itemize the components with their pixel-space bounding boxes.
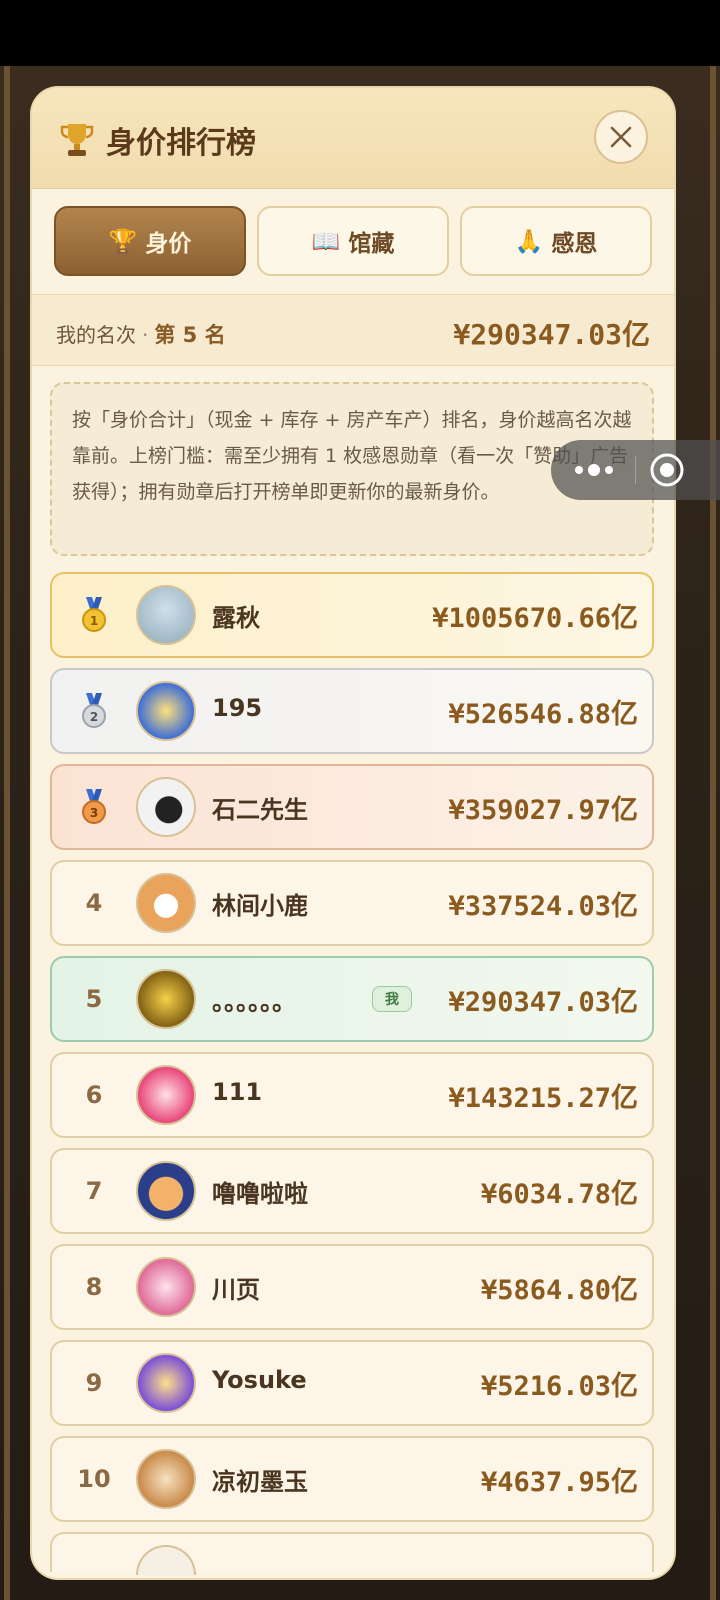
my-rank-bar: 我的名次 · 第 5 名 ¥290347.03亿 bbox=[32, 294, 674, 366]
close-button[interactable] bbox=[594, 110, 648, 164]
svg-text:3: 3 bbox=[90, 806, 98, 820]
my-rank-label: 我的名次 bbox=[56, 323, 136, 347]
player-name: 凉初墨玉 bbox=[212, 1468, 308, 1496]
rank-cell: 3 bbox=[52, 766, 136, 848]
tab-bar: 🏆 身价 📖 馆藏 🙏 感恩 bbox=[54, 206, 652, 278]
player-net-worth: ¥526546.88亿 bbox=[448, 699, 638, 730]
avatar bbox=[136, 873, 196, 933]
modal-title: 身价排行榜 bbox=[106, 126, 256, 161]
leaderboard-row[interactable]: 10 凉初墨玉 ¥4637.95亿 bbox=[50, 1436, 654, 1522]
leaderboard-row[interactable]: 4 林间小鹿 ¥337524.03亿 bbox=[50, 860, 654, 946]
leaderboard-row[interactable]: 9 Yosuke ¥5216.03亿 bbox=[50, 1340, 654, 1426]
bronze-medal-icon: 3 bbox=[82, 789, 106, 824]
player-net-worth: ¥290347.03亿 bbox=[448, 987, 638, 1018]
player-name: 195 bbox=[212, 694, 263, 722]
rank-number: 4 bbox=[85, 889, 103, 917]
trophy-icon bbox=[60, 124, 94, 156]
separator-dot: · bbox=[142, 323, 149, 347]
more-options-icon[interactable] bbox=[569, 458, 619, 482]
tab-gratitude[interactable]: 🙏 感恩 bbox=[460, 206, 652, 276]
avatar bbox=[136, 1257, 196, 1317]
player-name: 111 bbox=[212, 1078, 263, 1106]
player-name: Yosuke bbox=[212, 1366, 307, 1394]
player-name: 川页 bbox=[212, 1276, 260, 1304]
praying-hands-icon: 🙏 bbox=[514, 228, 544, 255]
player-net-worth: ¥5216.03亿 bbox=[480, 1371, 638, 1402]
avatar bbox=[136, 1353, 196, 1413]
rank-number: 10 bbox=[77, 1465, 111, 1493]
my-rank-label-group: 我的名次 · 第 5 名 bbox=[56, 319, 226, 349]
player-net-worth: ¥1005670.66亿 bbox=[432, 603, 638, 634]
player-name: 石二先生 bbox=[212, 796, 308, 824]
book-icon: 📖 bbox=[311, 228, 341, 255]
rank-number: 5 bbox=[85, 985, 103, 1013]
avatar bbox=[136, 1545, 196, 1575]
player-net-worth: ¥4637.95亿 bbox=[480, 1467, 638, 1498]
avatar bbox=[136, 969, 196, 1029]
rank-cell: 1 bbox=[52, 574, 136, 656]
silver-medal-icon: 2 bbox=[82, 693, 106, 728]
my-rank-position: 第 5 名 bbox=[154, 323, 226, 347]
svg-text:1: 1 bbox=[90, 614, 98, 628]
rank-number: 9 bbox=[85, 1369, 103, 1397]
avatar bbox=[136, 681, 196, 741]
tab-net-worth[interactable]: 🏆 身价 bbox=[54, 206, 246, 276]
rank-number: 8 bbox=[85, 1273, 103, 1301]
player-name: 。。。。。。 bbox=[212, 988, 296, 1016]
player-net-worth: ¥143215.27亿 bbox=[448, 1083, 638, 1114]
svg-text:2: 2 bbox=[90, 710, 98, 724]
avatar bbox=[136, 585, 196, 645]
leaderboard-row[interactable]: 8 川页 ¥5864.80亿 bbox=[50, 1244, 654, 1330]
player-net-worth: ¥5864.80亿 bbox=[480, 1275, 638, 1306]
leaderboard-row[interactable]: 3 石二先生 ¥359027.97亿 bbox=[50, 764, 654, 850]
rank-number: 7 bbox=[85, 1177, 103, 1205]
leaderboard-modal: 身价排行榜 🏆 身价 📖 馆藏 🙏 感恩 我的名次 · 第 5 名 ¥290347.… bbox=[32, 88, 674, 1578]
close-icon bbox=[610, 126, 632, 148]
avatar bbox=[136, 1449, 196, 1509]
tab-label: 馆藏 bbox=[348, 231, 395, 257]
trophy-icon: 🏆 bbox=[108, 228, 138, 255]
player-net-worth: ¥337524.03亿 bbox=[448, 891, 638, 922]
tab-collection[interactable]: 📖 馆藏 bbox=[257, 206, 449, 276]
rank-cell: 2 bbox=[52, 670, 136, 752]
leaderboard-row-partial[interactable] bbox=[50, 1532, 654, 1575]
leaderboard-row-me[interactable]: 5 。。。。。。 我 ¥290347.03亿 bbox=[50, 956, 654, 1042]
player-net-worth: ¥359027.97亿 bbox=[448, 795, 638, 826]
rank-number: 6 bbox=[85, 1081, 103, 1109]
backdrop-frame-right bbox=[710, 66, 716, 1600]
modal-header: 身价排行榜 bbox=[32, 88, 674, 189]
capsule-divider bbox=[635, 456, 636, 484]
close-miniprogram-icon[interactable] bbox=[649, 452, 685, 488]
mini-program-capsule bbox=[551, 440, 720, 500]
leaderboard-row[interactable]: 7 噜噜啦啦 ¥6034.78亿 bbox=[50, 1148, 654, 1234]
player-name: 露秋 bbox=[212, 604, 260, 632]
leaderboard-row[interactable]: 1 露秋 ¥1005670.66亿 bbox=[50, 572, 654, 658]
my-net-worth: ¥290347.03亿 bbox=[453, 318, 650, 351]
player-name: 林间小鹿 bbox=[212, 892, 308, 920]
avatar bbox=[136, 1161, 196, 1221]
player-name: 噜噜啦啦 bbox=[212, 1180, 308, 1208]
tab-label: 感恩 bbox=[551, 231, 598, 257]
avatar bbox=[136, 1065, 196, 1125]
me-badge: 我 bbox=[372, 986, 412, 1012]
leaderboard-row[interactable]: 2 195 ¥526546.88亿 bbox=[50, 668, 654, 754]
avatar bbox=[136, 777, 196, 837]
player-net-worth: ¥6034.78亿 bbox=[480, 1179, 638, 1210]
backdrop-frame-left bbox=[4, 66, 10, 1600]
tab-label: 身价 bbox=[145, 231, 192, 257]
leaderboard-row[interactable]: 6 111 ¥143215.27亿 bbox=[50, 1052, 654, 1138]
gold-medal-icon: 1 bbox=[82, 597, 106, 632]
